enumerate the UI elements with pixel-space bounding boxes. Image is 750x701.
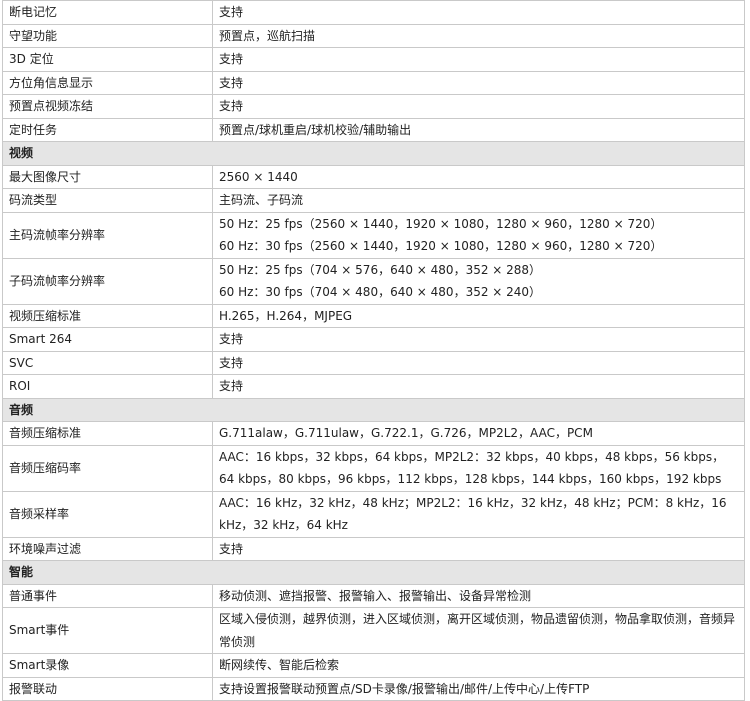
spec-value-cell: 支持 [212,327,745,352]
section-title: 智能 [2,560,745,585]
spec-label: 视频压缩标准 [2,303,213,328]
section-header-row: 智能 [2,560,745,585]
spec-label: 定时任务 [2,117,213,142]
spec-value: 支持 [219,379,244,393]
spec-value-cell: 支持设置报警联动预置点/SD卡录像/报警输出/邮件/上传中心/上传FTP [212,676,745,701]
spec-value: 支持 [219,75,244,90]
spec-row: 定时任务 预置点/球机重启/球机校验/辅助输出 [2,117,745,142]
spec-row: SVC 支持 [2,350,745,375]
section-header-row: 视频 [2,141,745,166]
spec-value: 支持 [219,541,244,556]
spec-row: 主码流帧率分辨率 50 Hz：25 fps（2560 × 1440，1920 × … [2,211,745,259]
spec-row: 守望功能 预置点，巡航扫描 [2,23,745,48]
spec-label: 守望功能 [2,23,213,48]
spec-value-cell: 断网续传、智能后检索 [212,653,745,678]
spec-value: 60 Hz：30 fps（704 × 480，640 × 480，352 × 2… [219,285,542,299]
spec-row: 音频压缩标准 G.711alaw，G.711ulaw，G.722.1，G.726，… [2,421,745,446]
spec-value: 支持 [219,52,244,66]
spec-label: 普通事件 [2,583,213,608]
spec-label: 断电记忆 [2,0,213,25]
spec-label: 方位角信息显示 [2,70,213,95]
spec-label: 音频压缩标准 [2,421,213,446]
spec-label: Smart 264 [2,327,213,352]
spec-value-cell: 支持 [212,0,745,25]
spec-label: 报警联动 [2,676,213,701]
spec-label: Smart事件 [2,607,213,654]
spec-row: 码流类型 主码流、子码流 [2,188,745,213]
spec-value-cell: 支持 [212,94,745,119]
spec-value: H.265，H.264，MJPEG [219,308,353,323]
spec-value: 预置点/球机重启/球机校验/辅助输出 [219,122,412,137]
spec-value-cell: 预置点/球机重启/球机校验/辅助输出 [212,117,745,142]
spec-value: 60 Hz：30 fps（2560 × 1440，1920 × 1080，128… [219,239,663,253]
spec-value-cell: 支持 [212,47,745,72]
spec-label: 码流类型 [2,188,213,213]
spec-body: 断电记忆 支持 守望功能 预置点，巡航扫描 3D 定位 支持 方位角信息显示 支持 预置点视频冻… [2,0,745,701]
spec-value-cell: G.711alaw，G.711ulaw，G.722.1，G.726，MP2L2，… [212,421,745,446]
spec-row: 音频压缩码率 AAC：16 kbps，32 kbps，64 kbps，MP2L2：… [2,444,745,492]
spec-value-cell: AAC：16 kHz，32 kHz，48 kHz；MP2L2：16 kHz，32… [212,490,745,538]
spec-value: 支持 [219,99,244,113]
spec-label: 音频采样率 [2,490,213,538]
spec-value: G.711alaw，G.711ulaw，G.722.1，G.726，MP2L2，… [219,426,593,440]
spec-table: 断电记忆 支持 守望功能 预置点，巡航扫描 3D 定位 支持 方位角信息显示 支持 预置点视频冻… [2,0,745,701]
spec-row: ROI 支持 [2,374,745,399]
spec-row: 环境噪声过滤 支持 [2,536,745,561]
spec-value-cell: H.265，H.264，MJPEG [212,303,745,328]
spec-row: 方位角信息显示 支持 [2,70,745,95]
spec-row: 音频采样率 AAC：16 kHz，32 kHz，48 kHz；MP2L2：16 k… [2,490,745,538]
spec-value-cell: 支持 [212,70,745,95]
spec-value-cell: AAC：16 kbps，32 kbps，64 kbps，MP2L2：32 kbp… [212,444,745,492]
spec-value-cell: 支持 [212,350,745,375]
spec-value: 主码流、子码流 [219,193,304,207]
spec-value-cell: 支持 [212,374,745,399]
section-title: 音频 [2,397,745,422]
spec-value: 支持设置报警联动预置点/SD卡录像/报警输出/邮件/上传中心/上传FTP [219,681,590,696]
spec-value-cell: 主码流、子码流 [212,188,745,213]
spec-row: 子码流帧率分辨率 50 Hz：25 fps（704 × 576，640 × 480… [2,257,745,305]
spec-value: 移动侦测、遮挡报警、报警输入、报警输出、设备异常检测 [219,588,532,603]
spec-value-cell: 50 Hz：25 fps（704 × 576，640 × 480，352 × 2… [212,257,745,305]
spec-label: Smart录像 [2,653,213,678]
spec-value: 50 Hz：25 fps（704 × 576，640 × 480，352 × 2… [219,262,542,277]
spec-label: 主码流帧率分辨率 [2,211,213,259]
spec-label: 最大图像尺寸 [2,164,213,189]
spec-value-cell: 50 Hz：25 fps（2560 × 1440，1920 × 1080，128… [212,211,745,259]
spec-value: 50 Hz：25 fps（2560 × 1440，1920 × 1080，128… [219,216,663,231]
spec-row: 3D 定位 支持 [2,47,745,72]
spec-label: 子码流帧率分辨率 [2,257,213,305]
spec-value: AAC：16 kbps，32 kbps，64 kbps，MP2L2：32 kbp… [219,449,725,487]
spec-label: 环境噪声过滤 [2,536,213,561]
spec-value-cell: 支持 [212,536,745,561]
spec-value: 支持 [219,332,244,346]
spec-row: Smart事件 区域入侵侦测，越界侦测，进入区域侦测，离开区域侦测，物品遗留侦测，… [2,607,745,654]
spec-value: 支持 [219,5,244,19]
spec-row: Smart 264 支持 [2,327,745,352]
spec-row: Smart录像 断网续传、智能后检索 [2,653,745,678]
spec-label: ROI [2,374,213,399]
spec-value-cell: 移动侦测、遮挡报警、报警输入、报警输出、设备异常检测 [212,583,745,608]
spec-label: 预置点视频冻结 [2,94,213,119]
spec-value: 断网续传、智能后检索 [219,658,340,672]
spec-value-cell: 预置点，巡航扫描 [212,23,745,48]
spec-label: SVC [2,350,213,375]
spec-label: 音频压缩码率 [2,444,213,492]
spec-row: 普通事件 移动侦测、遮挡报警、报警输入、报警输出、设备异常检测 [2,583,745,608]
spec-row: 最大图像尺寸 2560 × 1440 [2,164,745,189]
spec-row: 报警联动 支持设置报警联动预置点/SD卡录像/报警输出/邮件/上传中心/上传FTP [2,676,745,701]
spec-value-cell: 2560 × 1440 [212,164,745,189]
spec-row: 预置点视频冻结 支持 [2,94,745,119]
spec-value: AAC：16 kHz，32 kHz，48 kHz；MP2L2：16 kHz，32… [219,495,727,533]
spec-label: 3D 定位 [2,47,213,72]
spec-row: 视频压缩标准 H.265，H.264，MJPEG [2,303,745,328]
spec-row: 断电记忆 支持 [2,0,745,25]
spec-value: 支持 [219,355,244,370]
spec-value: 预置点，巡航扫描 [219,28,316,43]
spec-value: 区域入侵侦测，越界侦测，进入区域侦测，离开区域侦测，物品遗留侦测，物品拿取侦测，… [219,612,736,649]
spec-value-cell: 区域入侵侦测，越界侦测，进入区域侦测，离开区域侦测，物品遗留侦测，物品拿取侦测，… [212,607,745,654]
section-header-row: 音频 [2,397,745,422]
spec-value: 2560 × 1440 [219,169,298,184]
section-title: 视频 [2,141,745,166]
